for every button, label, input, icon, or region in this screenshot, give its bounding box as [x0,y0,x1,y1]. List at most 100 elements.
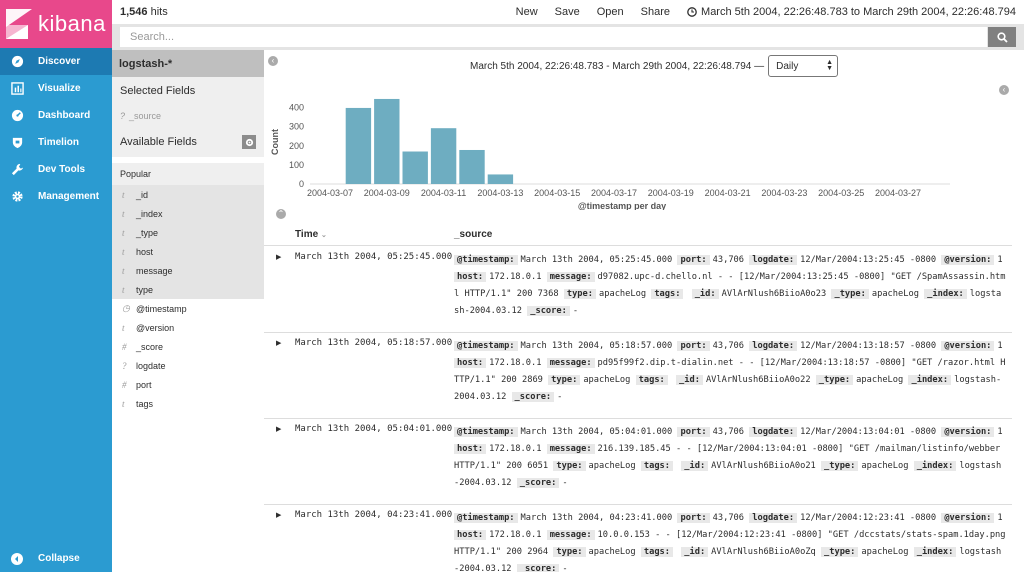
toggle-legend-icon[interactable]: ‹ [999,85,1009,95]
source-field-key: host: [454,272,487,282]
field-name: _index [136,208,163,219]
discover-main: ‹ March 5th 2004, 22:26:48.783 - March 2… [264,50,1024,572]
field-name: _score [136,341,164,352]
kibana-logo[interactable]: kibana [0,0,112,48]
source-field-key: _type: [821,461,859,471]
field-type-icon: t [122,189,125,200]
source-field-key: type: [548,375,581,385]
new-button[interactable]: New [516,6,538,18]
histogram-bar[interactable] [487,174,514,184]
field-item-type[interactable]: t _type [112,223,264,242]
source-field-value: AVlArNlush6BiioA0o23 [721,289,827,299]
source-field-key: @timestamp: [454,513,518,523]
histogram-bar[interactable] [430,128,457,184]
row-time: March 13th 2004, 05:25:45.000 [295,252,453,262]
source-field-key: @version: [941,341,995,351]
source-field-key: port: [677,341,710,351]
field-item-id[interactable]: t _id [112,185,264,204]
source-field-value: - [562,478,568,488]
nav-item-dev-tools[interactable]: Dev Tools [0,156,112,183]
source-field-key: logdate: [749,427,798,437]
field-item-timestamp[interactable]: ◷ @timestamp [112,299,264,318]
histogram-bar[interactable] [345,107,372,184]
other-fields: ◷ @timestamp t @version # _score? logdate # port… [112,299,264,413]
source-field-value: - [562,564,568,572]
source-field-key: _score: [516,564,560,572]
doc-table-header: Time ⌄ _source [264,224,1012,246]
field-item-type[interactable]: t type [112,280,264,299]
index-pattern-selector[interactable]: logstash-* [112,50,264,77]
nav-item-label: Dev Tools [38,164,86,175]
source-field-key: @version: [941,427,995,437]
share-button[interactable]: Share [641,6,670,18]
source-field-key: @timestamp: [454,255,518,265]
search-icon [996,31,1008,43]
popular-fields: t _id t _index t _type t host t message t type [112,185,264,299]
nav-item-timelion[interactable]: Timelion [0,129,112,156]
field-item-host[interactable]: t host [112,242,264,261]
source-field-key: @version: [941,255,995,265]
source-field-key: message: [546,444,595,454]
open-button[interactable]: Open [597,6,624,18]
gear-icon [10,190,24,204]
histogram-bar[interactable] [402,151,428,184]
source-field-key: _type: [821,547,859,557]
source-field-value: 1 [997,255,1003,265]
available-fields-header: Available Fields [112,127,264,157]
source-field-value: 1 [997,513,1003,523]
field-item-version[interactable]: t @version [112,318,264,337]
table-row: ▶ March 13th 2004, 04:23:41.000 @timestamp… [264,505,1012,572]
time-picker[interactable]: March 5th 2004, 22:26:48.783 to March 29… [687,6,1016,18]
field-source[interactable]: ? _source [112,105,264,127]
source-field-key: _index: [908,375,952,385]
expand-row-icon[interactable]: ▶ [276,511,281,519]
expand-row-icon[interactable]: ▶ [276,339,281,347]
source-field-value: 12/Mar/2004:13:18:57 -0800 [800,341,937,351]
field-item-port[interactable]: # port [112,375,264,394]
source-field-key: _type: [815,375,854,385]
source-field-value: March 13th 2004, 05:25:45.000 [520,255,673,265]
expand-row-icon[interactable]: ▶ [276,425,281,433]
nav-item-management[interactable]: Management [0,183,112,210]
source-field-key: message: [546,272,595,282]
nav-items: Discover Visualize Dashboard Timelion Dev To… [0,48,112,210]
source-field-value: apacheLog [871,289,919,299]
source-field-value: apacheLog [861,547,909,557]
field-source-label: _source [129,111,162,121]
field-item-score[interactable]: # _score [112,337,264,356]
search-input[interactable]: Search... [120,27,987,47]
bar-chart-icon [10,82,24,96]
nav-item-dashboard[interactable]: Dashboard [0,102,112,129]
source-field-key: type: [553,461,586,471]
search-button[interactable] [988,27,1016,47]
source-field-key: _score: [516,478,560,488]
nav-item-visualize[interactable]: Visualize [0,75,112,102]
source-field-key: logdate: [749,513,798,523]
save-button[interactable]: Save [555,6,580,18]
table-row: ▶ March 13th 2004, 05:25:45.000 @timestamp… [264,247,1012,333]
field-type-icon: t [122,284,125,295]
histogram-bar[interactable] [459,149,485,184]
interval-select[interactable]: Daily ▲ ▼ [768,55,839,77]
nav-item-discover[interactable]: Discover [0,48,112,75]
popular-title: Popular [112,157,264,185]
collapse-button[interactable]: Collapse [0,545,112,572]
field-type-icon: ? [122,360,127,371]
source-field-value: apacheLog [583,375,631,385]
expand-row-icon[interactable]: ▶ [276,253,281,261]
field-item-tags[interactable]: t tags [112,394,264,413]
time-column-header[interactable]: Time ⌄ [295,229,327,240]
histogram-bar[interactable] [374,98,400,184]
collapse-sidebar-icon[interactable]: ‹ [268,56,278,66]
field-item-message[interactable]: t message [112,261,264,280]
field-settings-button[interactable] [242,135,256,149]
source-field-key: @timestamp: [454,427,518,437]
source-field-value: apacheLog [856,375,904,385]
field-item-index[interactable]: t _index [112,204,264,223]
field-name: tags [136,398,154,409]
source-field-value: apacheLog [588,461,636,471]
field-item-logdate[interactable]: ? logdate [112,356,264,375]
selected-fields-title: Selected Fields [112,77,264,105]
field-type-icon: # [122,379,127,390]
collapse-chart-icon[interactable]: ⌃ [276,209,286,219]
